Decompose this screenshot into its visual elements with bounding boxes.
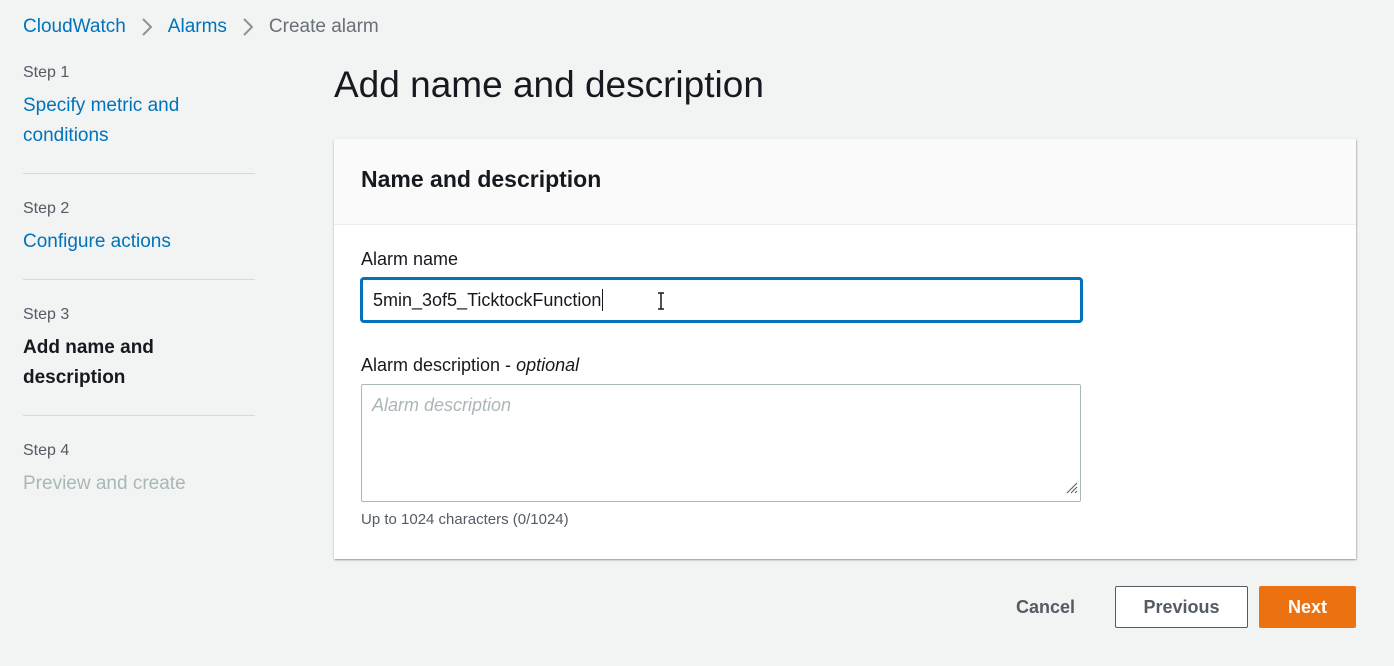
text-caret — [602, 289, 604, 311]
wizard-step-1: Step 1 Specify metric and conditions — [23, 64, 255, 174]
alarm-description-label: Alarm description - optional — [361, 355, 1329, 376]
optional-label: optional — [516, 355, 580, 375]
wizard-step-4: Step 4 Preview and create — [23, 442, 255, 521]
breadcrumb: CloudWatch Alarms Create alarm — [23, 16, 379, 38]
character-count-hint: Up to 1024 characters (0/1024) — [361, 511, 569, 528]
step-link-specify-metric[interactable]: Specify metric and conditions — [23, 91, 255, 151]
page-title: Add name and description — [334, 64, 764, 105]
step-number: Step 3 — [23, 306, 70, 323]
resize-handle-icon[interactable] — [1066, 478, 1078, 499]
step-number: Step 1 — [23, 64, 70, 81]
alarm-description-placeholder: Alarm description — [372, 395, 512, 415]
previous-button[interactable]: Previous — [1115, 586, 1248, 628]
alarm-name-input[interactable]: 5min_3of5_TicktockFunction — [361, 278, 1082, 322]
alarm-name-value: 5min_3of5_TicktockFunction — [373, 289, 602, 310]
alarm-name-label: Alarm name — [361, 249, 459, 269]
panel-body: Alarm name 5min_3of5_TicktockFunction Al… — [334, 225, 1356, 528]
step-number: Step 4 — [23, 442, 70, 459]
chevron-right-icon — [142, 18, 152, 36]
step-link-configure-actions[interactable]: Configure actions — [23, 227, 255, 257]
wizard-step-2: Step 2 Configure actions — [23, 200, 255, 280]
breadcrumb-cloudwatch-link[interactable]: CloudWatch — [23, 16, 126, 38]
chevron-right-icon — [243, 18, 253, 36]
alarm-description-label-text: Alarm description - — [361, 355, 517, 375]
wizard-step-3: Step 3 Add name and description — [23, 306, 255, 416]
ibeam-cursor-icon — [657, 292, 665, 315]
wizard-steps: Step 1 Specify metric and conditions Ste… — [23, 64, 255, 547]
panel-header: Name and description — [334, 139, 1356, 225]
wizard-actions: Cancel Previous Next — [1000, 586, 1356, 628]
breadcrumb-alarms-link[interactable]: Alarms — [168, 16, 227, 38]
step-current-title: Add name and description — [23, 337, 154, 388]
step-number: Step 2 — [23, 200, 70, 217]
alarm-description-textarea[interactable]: Alarm description — [361, 384, 1081, 502]
next-button[interactable]: Next — [1259, 586, 1356, 628]
panel-title: Name and description — [361, 166, 602, 192]
step-title-disabled: Preview and create — [23, 473, 186, 494]
cancel-button[interactable]: Cancel — [1000, 586, 1091, 628]
name-description-panel: Name and description Alarm name 5min_3of… — [334, 139, 1356, 559]
breadcrumb-current: Create alarm — [268, 16, 379, 37]
